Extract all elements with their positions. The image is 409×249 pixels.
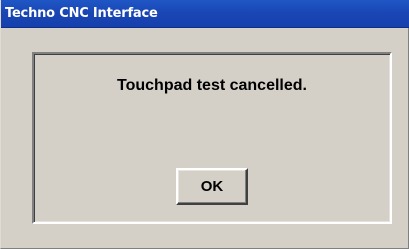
status-message: Touchpad test cancelled. [117,77,307,94]
dialog-window: Techno CNC Interface Touchpad test cance… [0,0,409,249]
title-bar[interactable]: Techno CNC Interface [1,0,409,28]
message-panel: Touchpad test cancelled. OK [32,52,392,224]
ok-button[interactable]: OK [176,168,248,205]
window-title: Techno CNC Interface [5,6,158,21]
